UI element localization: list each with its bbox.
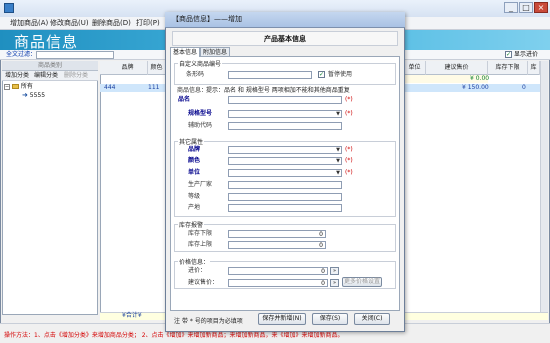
maker-label: 生产厂家: [188, 181, 213, 188]
color-label: 颜色: [188, 157, 201, 164]
grid-cell-id: 444: [104, 84, 116, 91]
tree-item-label: 5555: [29, 92, 46, 99]
stock-high-label: 库存上限: [188, 241, 213, 248]
category-tree: − 所有 ➜ 5555: [4, 83, 45, 100]
origin-label: 产地: [188, 204, 201, 211]
delete-category-button[interactable]: 删除分类: [64, 71, 88, 81]
chevron-down-icon: ▼: [336, 147, 340, 153]
disable-checkbox[interactable]: ✓: [318, 71, 325, 78]
column-header-brand[interactable]: 品牌: [108, 61, 148, 75]
unit-required-mark: (*): [345, 169, 353, 176]
grade-label: 等级: [188, 193, 201, 200]
grid-cell-zero-price: ¥ 0.00: [470, 75, 490, 82]
column-header-stock-low[interactable]: 库存下限: [488, 61, 528, 75]
grid-footer-total: ¥合计¥: [122, 312, 142, 319]
menu-print[interactable]: 打印(P): [132, 17, 164, 30]
spec-required-mark: (*): [345, 110, 353, 117]
minimize-button[interactable]: _: [504, 2, 518, 13]
helper-code-label: 辅助代码: [188, 122, 213, 129]
stock-alarm-legend: 库存报警: [178, 220, 205, 229]
close-window-button[interactable]: ×: [534, 2, 548, 13]
chevron-down-icon: ▼: [336, 170, 340, 176]
cost-price-label: 进价：: [188, 267, 207, 274]
expand-icon[interactable]: −: [4, 84, 10, 90]
dialog-title: 【商品信息】——增加: [172, 15, 242, 23]
tree-item-label: 所有: [20, 83, 33, 90]
menu-edit-product[interactable]: 修改商品(U): [46, 17, 93, 30]
required-note: 注 带 * 号的项目为必填项: [174, 318, 243, 325]
cost-more-button[interactable]: »: [330, 267, 339, 275]
more-price-settings-button[interactable]: 更多价格设置: [342, 277, 382, 287]
price-info-legend: 价格信息：: [178, 257, 211, 266]
dialog-heading: 产品基本信息: [172, 31, 398, 46]
color-required-mark: (*): [345, 157, 353, 164]
maximize-button[interactable]: □: [519, 2, 533, 13]
tree-item-child[interactable]: ➜ 5555: [4, 91, 45, 100]
filter-label: 全文过滤：: [6, 51, 37, 58]
product-info-hint: 提示：品名 和 规格型号 两项相加不能和其他商品重复: [206, 87, 350, 94]
name-input[interactable]: [228, 96, 342, 104]
suggested-price-label: 建议售价：: [188, 279, 219, 286]
grid-cell-col2: 111: [148, 84, 160, 91]
menu-delete-product[interactable]: 删除商品(D): [88, 17, 135, 30]
edit-category-button[interactable]: 编辑分类: [34, 71, 58, 81]
disable-label: 暂停使用: [328, 71, 353, 78]
helper-code-input[interactable]: [228, 122, 342, 130]
unit-select[interactable]: ▼: [228, 169, 342, 177]
maker-input[interactable]: [228, 181, 342, 189]
chevron-down-icon: ▼: [336, 111, 340, 117]
page-title: 商品信息: [14, 33, 79, 51]
grid-vertical-scrollbar[interactable]: [540, 61, 548, 315]
save-button[interactable]: 保存(S): [312, 313, 348, 325]
unit-label: 单位: [188, 169, 201, 176]
name-label: 品名: [178, 96, 191, 103]
other-attributes-legend: 其它属性: [178, 137, 205, 146]
suggested-more-button[interactable]: »: [330, 279, 339, 287]
spec-label: 规格型号: [188, 110, 213, 117]
close-button[interactable]: 关闭(C): [354, 313, 390, 325]
show-price-checkbox[interactable]: ✓: [505, 51, 512, 58]
arrow-right-icon: ➜: [22, 91, 28, 99]
grade-input[interactable]: [228, 193, 342, 201]
stock-low-input[interactable]: 0: [228, 230, 326, 238]
tree-item-root[interactable]: − 所有: [4, 83, 45, 91]
column-header-suggested-price[interactable]: 建议售价: [426, 61, 488, 75]
color-select[interactable]: ▼: [228, 157, 342, 165]
origin-input[interactable]: [228, 204, 342, 212]
custom-id-legend: 自定义商品编号: [178, 59, 223, 68]
brand-label: 品牌: [188, 146, 201, 153]
add-category-button[interactable]: 增加分类: [5, 71, 29, 81]
suggested-price-input[interactable]: 0: [228, 279, 328, 287]
name-required-mark: (*): [345, 96, 353, 103]
show-price-label: 显示进价: [514, 51, 539, 58]
spec-select[interactable]: ▼: [228, 110, 342, 118]
chevron-down-icon: ▼: [336, 158, 340, 164]
product-info-label: 商品信息：: [177, 87, 208, 94]
save-and-new-button[interactable]: 保存并新增(N): [258, 313, 306, 325]
column-header-stock[interactable]: 库: [528, 61, 540, 75]
filter-input[interactable]: [36, 51, 114, 59]
tab-basic-info[interactable]: 基本信息: [170, 47, 201, 57]
category-header: 商品类别: [2, 61, 98, 71]
folder-icon: [11, 84, 19, 89]
grid-cell-price: ¥ 150.00: [462, 84, 489, 91]
grid-cell-stock-low: 0: [522, 84, 526, 91]
column-header-color[interactable]: 颜色: [148, 61, 166, 75]
column-header-unit[interactable]: 单位: [404, 61, 426, 75]
barcode-label: 条形码: [186, 71, 205, 78]
stock-low-label: 库存下限: [188, 230, 213, 237]
brand-required-mark: (*): [345, 146, 353, 153]
stock-high-input[interactable]: 0: [228, 241, 326, 249]
app-icon: [4, 3, 14, 13]
barcode-input[interactable]: [228, 71, 312, 79]
cost-price-input[interactable]: 0: [228, 267, 328, 275]
brand-select[interactable]: ▼: [228, 146, 342, 154]
